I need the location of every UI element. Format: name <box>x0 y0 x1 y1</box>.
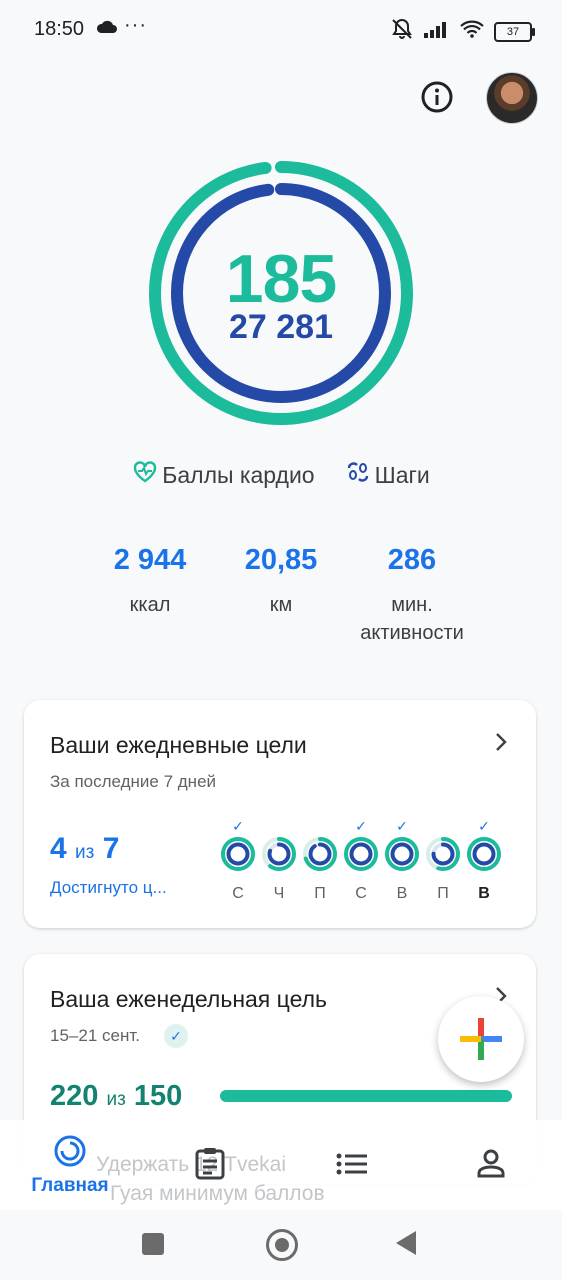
legend-cardio-label: Баллы кардио <box>162 461 315 488</box>
day-label: П <box>314 885 326 902</box>
signal-icon <box>424 20 450 43</box>
stat-calories: 2 944 ккал <box>90 544 210 619</box>
daily-goals-of: из <box>75 842 95 863</box>
stat-value: 286 <box>387 544 437 576</box>
stat-label: км <box>269 594 293 616</box>
daily-goals-subtitle: За последние 7 дней <box>50 772 217 791</box>
day-goal: ✓ В <box>466 818 502 903</box>
day-goal: Ч <box>261 818 297 903</box>
clipboard-icon <box>195 1148 225 1180</box>
cardio-points-value: 185 <box>225 241 337 317</box>
chevron-right-icon[interactable] <box>494 728 508 760</box>
weekly-goal-of: из <box>106 1089 126 1110</box>
weekly-goal-count: 220 из 150 <box>50 1080 182 1113</box>
ring-legend: Баллы кардио Шаги <box>0 460 562 490</box>
day-label: В <box>396 885 408 902</box>
notification-dots: ··· <box>124 14 147 36</box>
obscured-text: Гуая минимум баллов <box>110 1182 325 1205</box>
check-placeholder <box>302 818 338 836</box>
nav-home-label: Главная <box>31 1175 109 1196</box>
activity-ring[interactable]: 185 27 281 <box>146 158 416 428</box>
stat-active-minutes: 286 мин. активности <box>337 544 487 647</box>
obscured-text: Удержать 12 Tvekai <box>96 1153 287 1176</box>
day-goal-ring <box>344 837 378 871</box>
day-label: Ч <box>273 885 285 902</box>
stat-distance: 20,85 км <box>221 544 341 619</box>
legend-steps-label: Шаги <box>374 461 430 488</box>
check-placeholder <box>261 818 297 836</box>
info-icon[interactable] <box>420 80 454 114</box>
daily-goals-achieved: 4 <box>50 832 67 865</box>
nav-browse[interactable] <box>336 1152 368 1181</box>
daily-goals-total: 7 <box>102 832 120 865</box>
day-goal: ✓ С <box>343 818 379 903</box>
nav-home[interactable]: Главная <box>24 1134 116 1197</box>
day-goal-ring <box>221 837 255 871</box>
daily-goals-days: ✓ С Ч П ✓ С ✓ В П ✓ В <box>220 818 502 903</box>
steps-icon <box>345 460 371 490</box>
battery-icon: 37 <box>494 21 535 42</box>
legend-cardio: Баллы кардио <box>132 460 315 490</box>
heart-icon <box>132 460 158 490</box>
day-goal: ✓ В <box>384 818 420 903</box>
day-goal: ✓ С <box>220 818 256 903</box>
steps-value: 27 281 <box>229 308 333 346</box>
plus-icon <box>460 1018 502 1060</box>
daily-goals-card[interactable]: Ваши ежедневные цели За последние 7 дней… <box>24 700 536 928</box>
recents-icon[interactable] <box>142 1233 164 1255</box>
weekly-goal-progress-bar <box>220 1090 512 1102</box>
daily-goals-link[interactable]: Достигнуто ц... <box>50 878 167 898</box>
day-goal: П <box>302 818 338 903</box>
check-icon: ✓ <box>355 818 367 834</box>
muted-bell-icon <box>390 18 414 45</box>
day-goal-ring <box>303 837 337 871</box>
check-icon: ✓ <box>478 818 490 834</box>
daily-goals-count: 4 из 7 <box>50 832 119 866</box>
nav-journal[interactable] <box>194 1146 226 1185</box>
avatar[interactable] <box>486 72 538 124</box>
weekly-goal-dates: 15–21 сент. <box>50 1026 140 1045</box>
weekly-goal-title: Ваша еженедельная цель <box>50 986 327 1012</box>
stat-value: 2 944 <box>113 544 187 576</box>
check-icon: ✓ <box>396 818 408 834</box>
home-rings-icon <box>54 1135 86 1167</box>
check-placeholder <box>425 818 461 836</box>
status-bar: 18:50 ··· 37 <box>0 0 562 60</box>
cloud-icon <box>96 20 118 39</box>
stat-label: ккал <box>129 594 171 616</box>
day-goal-ring <box>467 837 501 871</box>
day-goal-ring <box>385 837 419 871</box>
day-label: В <box>478 885 490 902</box>
stat-label: мин. активности <box>360 594 464 644</box>
day-label: П <box>437 885 449 902</box>
check-icon: ✓ <box>164 1024 188 1048</box>
wifi-icon <box>460 20 484 43</box>
status-time: 18:50 <box>34 18 85 40</box>
legend-steps: Шаги <box>345 460 430 490</box>
add-button[interactable] <box>438 996 524 1082</box>
day-goal: П <box>425 818 461 903</box>
nav-profile[interactable] <box>476 1148 506 1183</box>
day-label: С <box>355 885 367 902</box>
list-icon <box>336 1153 367 1175</box>
check-icon: ✓ <box>232 818 244 834</box>
weekly-goal-target: 150 <box>133 1080 183 1112</box>
daily-goals-title: Ваши ежедневные цели <box>50 732 307 758</box>
day-goal-ring <box>426 837 460 871</box>
home-icon[interactable] <box>266 1229 298 1261</box>
day-goal-ring <box>262 837 296 871</box>
status-icons: 37 <box>390 18 535 45</box>
weekly-goal-value: 220 <box>50 1080 99 1112</box>
day-label: С <box>232 885 244 902</box>
back-icon[interactable] <box>396 1231 416 1255</box>
person-icon <box>477 1149 505 1178</box>
stat-value: 20,85 <box>244 544 318 576</box>
